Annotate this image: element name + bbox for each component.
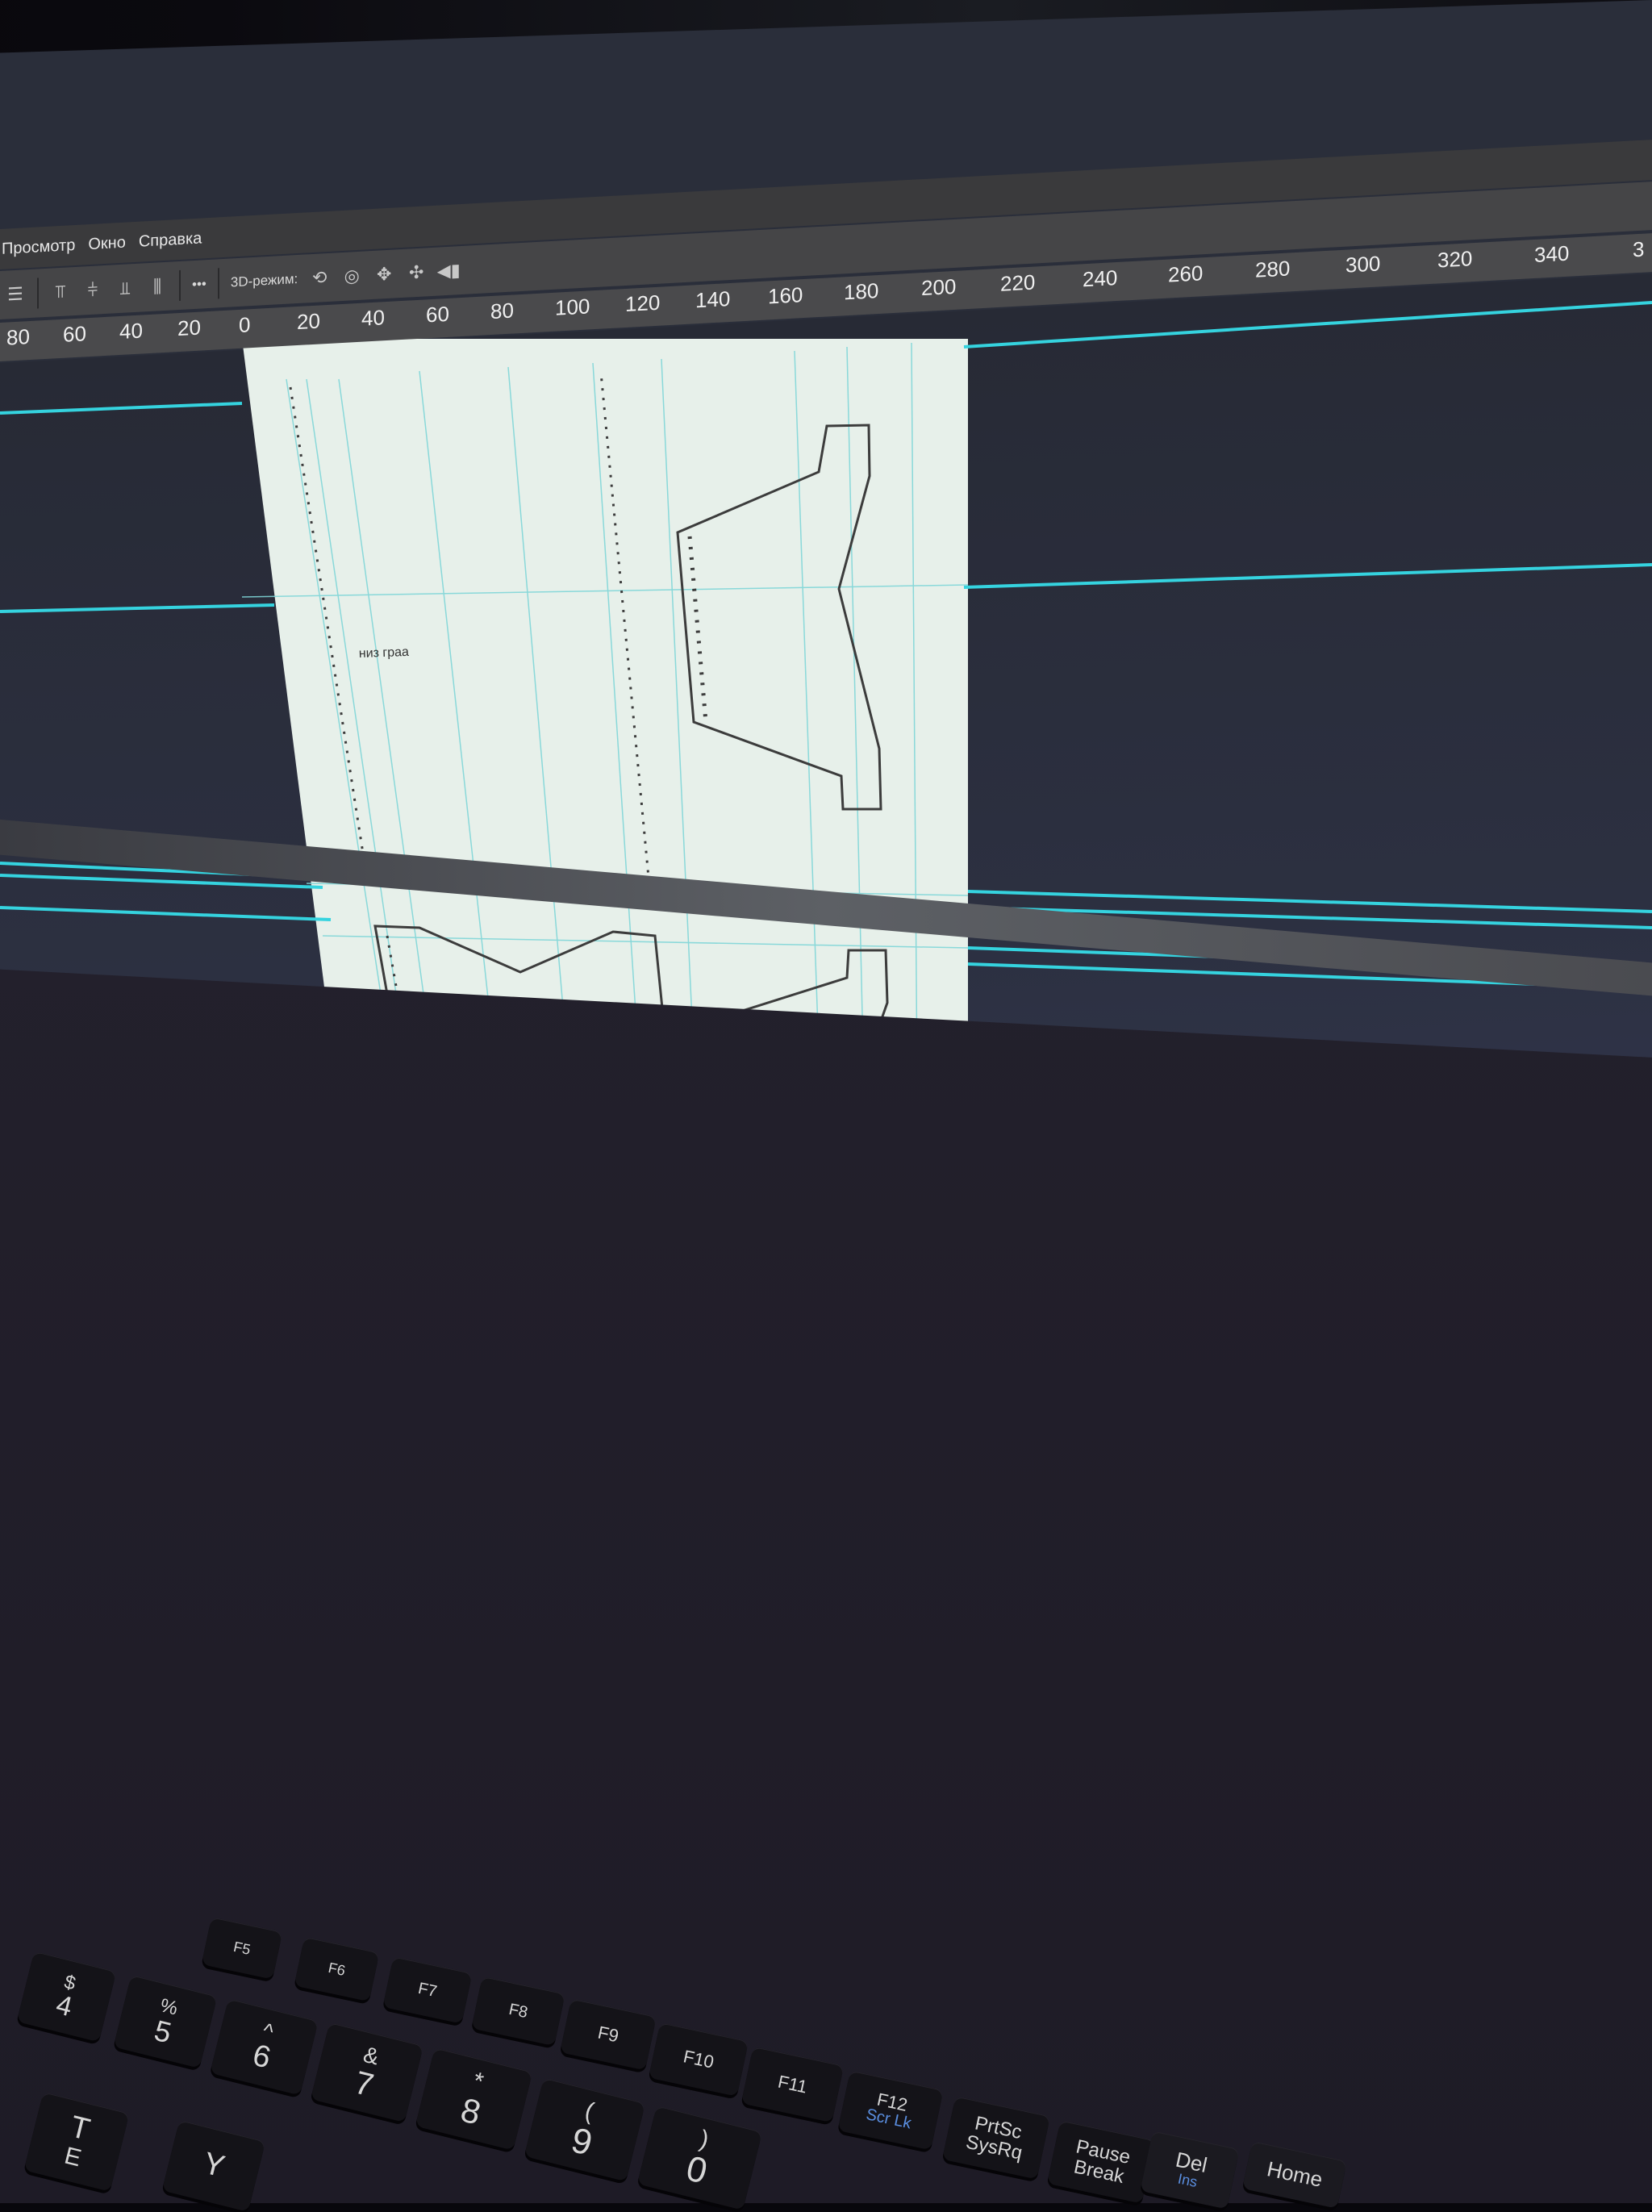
- ruler-tick: 80: [6, 324, 30, 350]
- menu-item-view[interactable]: Просмотр: [2, 236, 75, 258]
- ruler-tick: 160: [768, 282, 803, 309]
- menu-item-help[interactable]: Справка: [139, 229, 202, 251]
- ruler-tick: 280: [1255, 256, 1291, 282]
- ruler-tick: 60: [426, 301, 449, 328]
- ruler-tick: 320: [1437, 246, 1473, 273]
- guide-line[interactable]: [0, 603, 275, 613]
- guide-line[interactable]: [0, 402, 243, 415]
- slide-3d-icon[interactable]: ✣: [406, 260, 427, 285]
- ruler-tick: 220: [1000, 269, 1036, 296]
- ruler-tick: 20: [177, 315, 201, 341]
- guide-line: [322, 935, 969, 949]
- ruler-tick: 240: [1083, 265, 1118, 292]
- ruler-tick: 260: [1168, 261, 1204, 287]
- guide-line[interactable]: [963, 301, 1652, 348]
- ruler-tick: 80: [490, 298, 514, 324]
- ruler-tick: 40: [119, 318, 143, 344]
- divider: [217, 268, 219, 299]
- scale-3d-icon[interactable]: ◀▮: [437, 258, 461, 283]
- align-top-icon[interactable]: ⫪: [50, 279, 71, 304]
- menu-item-window[interactable]: Окно: [88, 233, 125, 254]
- document-label: низ граа: [359, 645, 410, 661]
- more-options-button[interactable]: •••: [192, 276, 206, 293]
- ruler-tick: 40: [361, 305, 385, 331]
- ruler-tick: 120: [625, 290, 661, 317]
- distribute-icon[interactable]: ☰: [5, 282, 26, 307]
- ruler-tick: 200: [921, 273, 957, 301]
- ruler-tick: 140: [695, 286, 731, 313]
- align-bottom-icon[interactable]: ⫫: [115, 276, 136, 301]
- ruler-tick: 100: [555, 294, 590, 320]
- ruler-tick: 0: [239, 312, 251, 337]
- ruler-tick: 180: [844, 278, 879, 305]
- pan-3d-icon[interactable]: ✥: [373, 262, 394, 287]
- ruler-tick: 3: [1633, 236, 1645, 262]
- ruler-tick: 20: [297, 308, 320, 335]
- panel-outline[interactable]: [289, 372, 651, 887]
- guide-line[interactable]: [0, 906, 332, 921]
- divider: [37, 278, 39, 309]
- ruler-tick: 60: [63, 321, 86, 347]
- divider: [179, 269, 181, 301]
- orbit-3d-icon[interactable]: ⟲: [309, 265, 330, 290]
- guide-line[interactable]: [967, 890, 1652, 913]
- mode-3d-label: 3D-режим:: [230, 271, 298, 290]
- align-vcenter-icon[interactable]: ⫩: [82, 278, 103, 303]
- ruler-tick: 300: [1345, 251, 1381, 278]
- roll-3d-icon[interactable]: ◎: [341, 264, 362, 289]
- ruler-tick: 340: [1534, 240, 1570, 267]
- guide-line: [241, 584, 969, 598]
- distribute-left-icon[interactable]: ⫼: [147, 274, 168, 299]
- guide-line[interactable]: [963, 563, 1652, 589]
